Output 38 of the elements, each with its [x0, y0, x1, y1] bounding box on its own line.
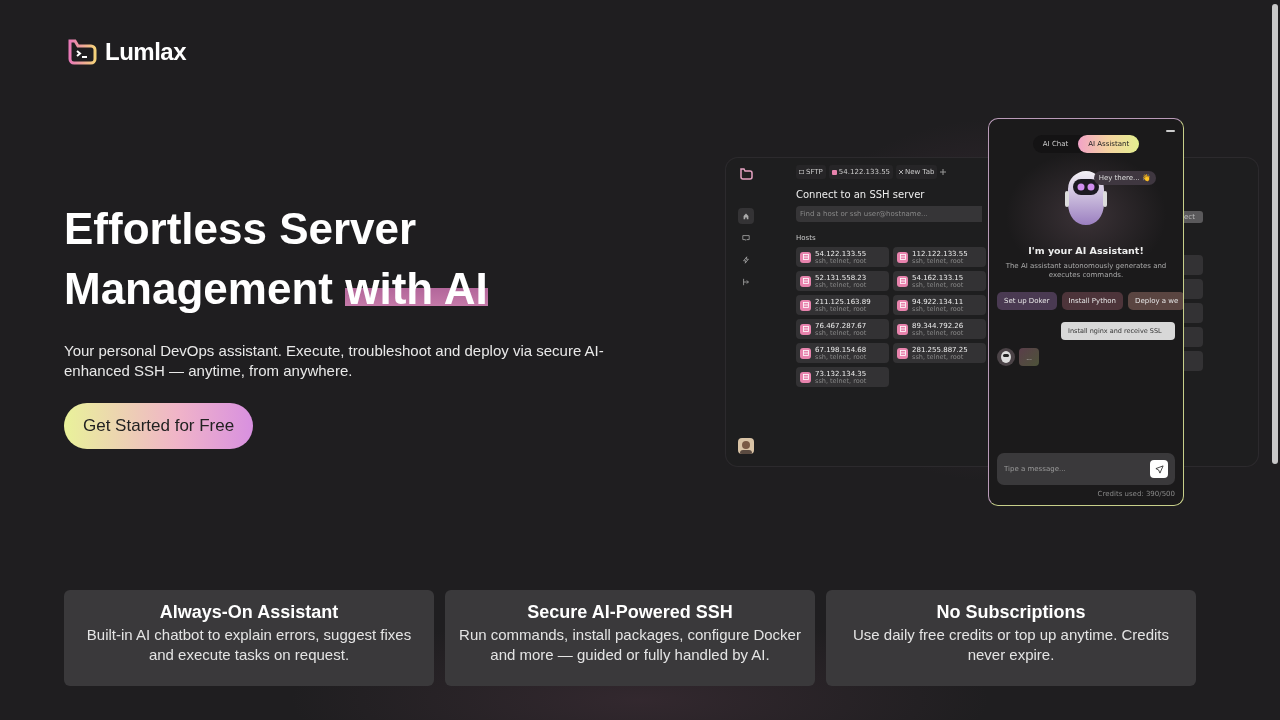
user-avatar	[738, 438, 754, 454]
logo-icon	[67, 39, 97, 65]
nav-button[interactable]	[738, 208, 754, 224]
close-icon[interactable]	[899, 170, 904, 174]
home-icon	[742, 212, 750, 220]
feature-title: No Subscriptions	[936, 602, 1086, 623]
server-icon	[897, 251, 908, 263]
server-icon	[897, 299, 908, 311]
terminal-icon	[742, 234, 750, 242]
bot-avatar	[997, 348, 1015, 366]
server-icon	[800, 251, 811, 263]
folder-icon	[799, 170, 804, 174]
server-icon	[897, 275, 908, 287]
section-heading: Connect to an SSH server	[796, 189, 926, 200]
scrollbar[interactable]	[1272, 4, 1278, 464]
server-icon	[897, 323, 908, 335]
feature-text: Use daily free credits or top up anytime. Credits never expire.	[852, 625, 1170, 665]
logo-icon	[739, 168, 753, 180]
get-started-button[interactable]: Get Started for Free	[64, 403, 254, 449]
feature-text: Built-in AI chatbot to explain errors, suggest fixes and execute tasks on request.	[85, 625, 413, 665]
server-icon	[800, 275, 811, 287]
server-icon	[897, 347, 908, 359]
server-icon	[800, 299, 811, 311]
server-icon	[800, 371, 811, 383]
assistant-title: I'm your AI Assistant!	[1028, 245, 1144, 256]
brand-name: Lumlax	[105, 38, 187, 66]
host-icon	[831, 169, 837, 175]
feature-text: Run commands, install packages, configure Docker and more — guided or fully handled by AI.	[458, 625, 802, 665]
hero-subtitle: Your personal DevOps assistant. Execute, troubleshoot and deploy via secure AI-enhanced SSH — anytime, from anywhere.	[64, 341, 605, 381]
feature-title: Always-On Assistant	[159, 602, 339, 623]
logout-icon	[742, 278, 750, 286]
server-icon	[800, 323, 811, 335]
feature-title: Secure AI-Powered SSH	[527, 602, 733, 623]
send-icon	[1154, 464, 1164, 474]
send-button[interactable]	[1150, 460, 1168, 478]
server-icon	[800, 347, 811, 359]
plus-icon[interactable]	[940, 169, 947, 175]
bolt-icon	[742, 256, 750, 264]
